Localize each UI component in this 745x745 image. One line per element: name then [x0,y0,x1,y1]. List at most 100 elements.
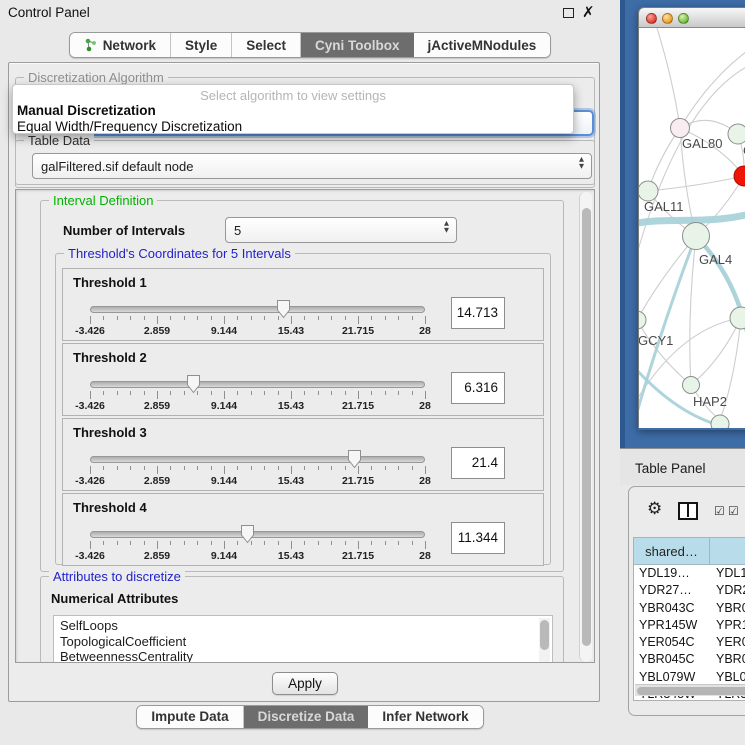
node-label-hap2: HAP2 [693,394,727,409]
table-data-group: Table Data galFiltered.sif default node … [15,140,595,188]
thresholds-group: Threshold's Coordinates for 5 Intervals … [55,253,551,565]
table-row[interactable]: YBR043CYBR0 [634,600,745,617]
close-icon[interactable]: ✗ [582,3,595,21]
threshold-label: Threshold 2 [73,350,147,365]
slider-thumb[interactable] [347,449,362,469]
float-window-icon[interactable] [563,8,574,18]
slider-tick-labels: -3.4262.8599.14415.4321.71528 [90,550,425,562]
select-columns-icon[interactable]: ☑ [728,504,739,518]
column-layout-icon[interactable] [678,502,698,520]
slider-track [90,456,425,463]
threshold-panel: Threshold 4-3.4262.8599.14415.4321.71528… [62,493,544,566]
node-bottom-partial [711,415,729,428]
spinner-arrows-icon: ▲▼ [444,220,449,234]
slider-ticks [90,541,425,550]
slider-tick-labels: -3.4262.8599.14415.4321.71528 [90,400,425,412]
network-canvas[interactable]: GAL80 G C GAL11 GAL4 GCY1 H HAP2 [638,28,745,428]
column-header-shared-name[interactable]: shared… [634,538,710,564]
threshold-value-field[interactable]: 14.713 [451,297,505,329]
table-cell-shared-name: YPR145W [634,617,710,634]
discretization-algorithm-title: Discretization Algorithm [24,70,168,85]
table-data-combo[interactable]: galFiltered.sif default node ▲▼ [32,153,592,179]
table-row[interactable]: YPR145WYPR1 [634,617,745,634]
table-cell-shared-name: YDR27… [634,582,710,599]
tab-cyni-toolbox[interactable]: Cyni Toolbox [301,33,414,57]
slider-ticks [90,466,425,475]
attribute-item-topologicalcoefficient[interactable]: TopologicalCoefficient [60,634,552,650]
table-row[interactable]: YER054CYER0 [634,634,745,651]
threshold-panel: Threshold 3-3.4262.8599.14415.4321.71528… [62,418,544,491]
zoom-traffic-light-icon[interactable] [678,13,689,24]
table-cell-name: YER0 [710,634,745,651]
table-cell-shared-name: YBR045C [634,651,710,668]
settings-scroll-area: Interval Definition Number of Intervals … [15,189,595,663]
apply-button[interactable]: Apply [272,672,338,695]
table-row[interactable]: YDL19…YDL1 [634,565,745,582]
bottom-tab-impute-data[interactable]: Impute Data [137,706,243,728]
control-panel-titlebar: Control Panel ✗ [0,0,620,26]
column-header-name[interactable]: n [710,538,745,564]
slider-thumb[interactable] [240,524,255,544]
network-view-background: GAL80 G C GAL11 GAL4 GCY1 H HAP2 [620,0,745,448]
discretize-data-pane: Discretization Algorithm Table Data galF… [8,62,600,702]
table-row[interactable]: YDR27…YDR2 [634,582,745,599]
table-data-title: Table Data [24,133,94,148]
bottom-tab-infer-network[interactable]: Infer Network [368,706,482,728]
tab-select[interactable]: Select [232,33,301,57]
popup-option-manual-discretization[interactable]: Manual Discretization [13,103,573,119]
node-label-gal11: GAL11 [644,199,684,214]
node-label-gal80: GAL80 [682,136,722,151]
algorithm-dropdown-popup: Select algorithm to view settings Manual… [12,84,574,134]
tab-label: Network [103,38,156,53]
table-header-row: shared… n [634,538,745,565]
table-body: YDL19…YDL1YDR27…YDR2YBR043CYBR0YPR145WYP… [634,565,745,701]
slider-thumb[interactable] [276,299,291,319]
threshold-value-field[interactable]: 21.4 [451,447,505,479]
slider-thumb[interactable] [186,374,201,394]
threshold-slider[interactable]: -3.4262.8599.14415.4321.71528 [90,299,425,339]
table-row[interactable]: YBR045CYBR0 [634,651,745,668]
tab-jactivemnodules[interactable]: jActiveMNodules [414,33,551,57]
tab-label: Select [246,38,286,53]
table-data-value: galFiltered.sif default node [41,159,193,174]
table-cell-name: YDR2 [710,582,745,599]
slider-ticks [90,391,425,400]
tab-style[interactable]: Style [171,33,232,57]
slider-track [90,306,425,313]
number-of-intervals-combo[interactable]: 5 ▲▼ [225,217,457,243]
table-cell-shared-name: YDL19… [634,565,710,582]
table-cell-name: YBR0 [710,600,745,617]
threshold-slider[interactable]: -3.4262.8599.14415.4321.71528 [90,524,425,564]
list-scrollbar[interactable] [539,618,550,663]
control-panel-tabs: Network Style Select Cyni Toolbox jActiveMNo… [69,32,552,58]
attribute-item-betweennesscentrality[interactable]: BetweennessCentrality [60,649,552,663]
threshold-value-field[interactable]: 11.344 [451,522,505,554]
spinner-arrows-icon: ▲▼ [579,156,584,170]
horizontal-scrollbar[interactable] [635,684,745,696]
tab-label: jActiveMNodules [428,38,537,53]
numerical-attributes-list[interactable]: SelfLoopsTopologicalCoefficientBetweenne… [53,615,553,663]
node-gal4 [683,223,710,250]
tab-network[interactable]: Network [70,33,171,57]
threshold-label: Threshold 1 [73,275,147,290]
node-table: shared… n YDL19…YDL1YDR27…YDR2YBR043CYBR… [633,537,745,701]
table-cell-name: YDL1 [710,565,745,582]
slider-track [90,531,425,538]
attribute-item-selfloops[interactable]: SelfLoops [60,618,552,634]
threshold-value-field[interactable]: 6.316 [451,372,505,404]
popup-option-equal-width-frequency-discretization[interactable]: Equal Width/Frequency Discretization [13,119,573,134]
vertical-scrollbar[interactable] [579,192,592,662]
interval-definition-group: Interval Definition Number of Intervals … [40,200,564,572]
close-traffic-light-icon[interactable] [646,13,657,24]
gear-icon[interactable]: ⚙ [647,499,662,519]
threshold-slider[interactable]: -3.4262.8599.14415.4321.71528 [90,449,425,489]
bottom-tab-discretize-data[interactable]: Discretize Data [244,706,369,728]
node-label-gcy1: GCY1 [639,333,673,348]
threshold-panel: Threshold 2 -3.4262.8599.14415.4321.71528… [62,343,544,416]
number-of-intervals-label: Number of Intervals [63,223,185,238]
minimize-traffic-light-icon[interactable] [662,13,673,24]
threshold-slider[interactable]: -3.4262.8599.14415.4321.71528 [90,374,425,414]
select-columns-icon[interactable]: ☑ [714,504,725,518]
attributes-group-title: Attributes to discretize [49,569,185,584]
network-window-titlebar[interactable] [638,7,745,28]
